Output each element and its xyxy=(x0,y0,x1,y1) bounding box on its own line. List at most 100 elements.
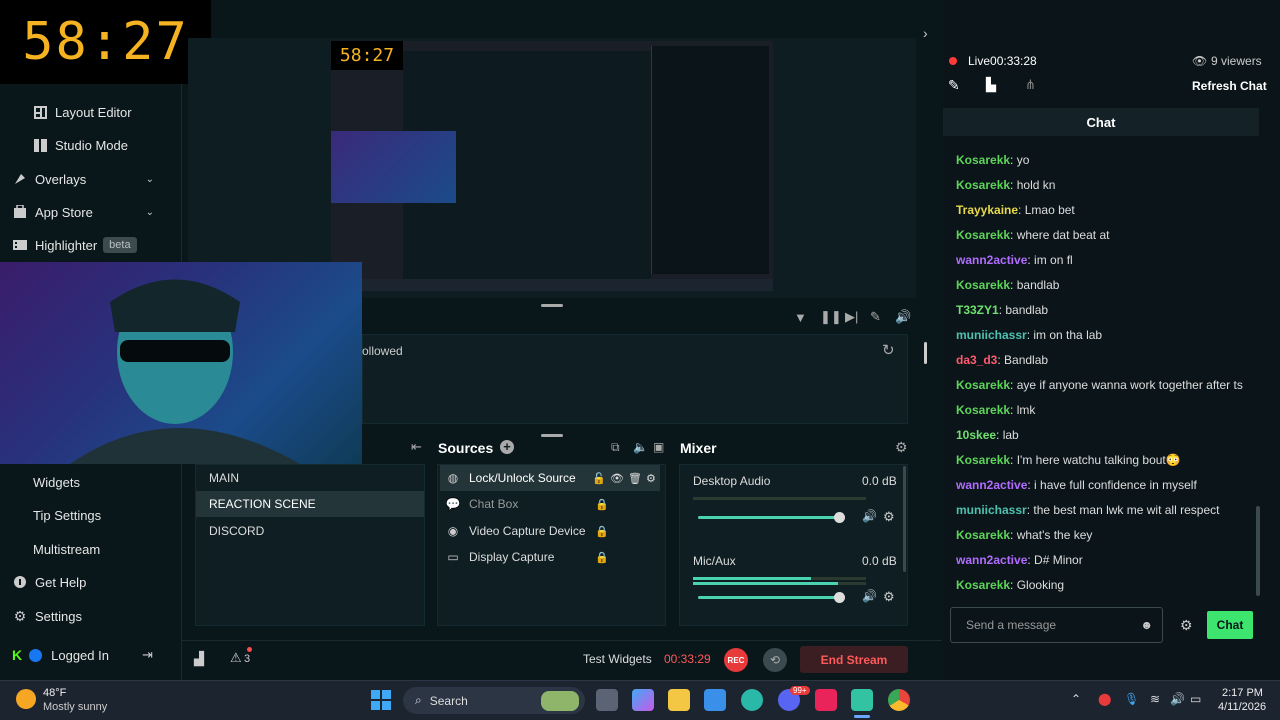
replay-buffer-button[interactable]: ⟲ xyxy=(763,648,787,672)
weather-desc[interactable]: Mostly sunny xyxy=(43,701,107,713)
source-audio-icon[interactable]: 🔈 xyxy=(633,440,648,454)
tiktok-icon[interactable] xyxy=(815,689,837,711)
alert-icon[interactable]: ⚠ xyxy=(230,650,242,666)
chrome-icon[interactable] xyxy=(888,689,910,711)
eye-icon[interactable]: 👁 xyxy=(610,472,624,485)
chat-username[interactable]: Kosarekk xyxy=(956,453,1010,467)
lock-icon[interactable]: 🔓 xyxy=(592,472,606,485)
pause-icon[interactable]: ❚❚ xyxy=(820,309,842,325)
scene-item[interactable]: MAIN xyxy=(196,465,424,491)
wifi-icon[interactable]: ≋ xyxy=(1150,692,1160,706)
sidebar-item-highlighter[interactable]: Highlighter beta xyxy=(0,230,182,260)
collapse-sources-icon[interactable]: ⇤ xyxy=(411,439,422,455)
trash-icon[interactable]: 🗑 xyxy=(628,472,642,485)
chat-username[interactable]: muniichassr xyxy=(956,328,1027,342)
test-widgets-button[interactable]: Test Widgets xyxy=(583,652,652,666)
file-explorer-icon[interactable] xyxy=(668,689,690,711)
chat-username[interactable]: da3_d3 xyxy=(956,353,997,367)
sidebar-item-tip-settings[interactable]: Tip Settings xyxy=(0,500,182,530)
sidebar-item-get-help[interactable]: Get Help xyxy=(0,567,182,597)
streamlabs-icon[interactable] xyxy=(851,689,873,711)
sidebar-item-widgets[interactable]: Widgets xyxy=(0,467,182,497)
mute-icon[interactable]: 🔊 xyxy=(862,509,877,523)
source-item[interactable]: ▭ Display Capture 🔒 xyxy=(440,544,660,570)
lock-icon[interactable]: 🔒 xyxy=(595,498,609,511)
store-icon[interactable] xyxy=(704,689,726,711)
dashboard-icon[interactable]: ▙ xyxy=(986,77,996,93)
source-item[interactable]: 💬 Chat Box 🔒 xyxy=(440,491,660,517)
sidebar-item-overlays[interactable]: Overlays ⌄ xyxy=(0,164,182,194)
lock-icon[interactable]: 🔒 xyxy=(595,525,609,538)
chat-scrollbar[interactable] xyxy=(1256,506,1260,596)
mute-alerts-icon[interactable]: ✎ xyxy=(870,309,881,325)
volume-slider[interactable] xyxy=(698,516,840,519)
collapse-arrow-icon[interactable]: › xyxy=(923,25,928,41)
tray-chevron-icon[interactable]: ⌃ xyxy=(1071,692,1081,706)
chat-username[interactable]: Kosarekk xyxy=(956,403,1010,417)
scene-item-active[interactable]: REACTION SCENE xyxy=(196,491,424,517)
chat-username[interactable]: T33ZY1 xyxy=(956,303,999,317)
chat-username[interactable]: Kosarekk xyxy=(956,578,1010,592)
scroll-handle[interactable] xyxy=(924,342,927,364)
clock-date[interactable]: 4/11/2026 xyxy=(1218,701,1266,713)
sidebar-item-studio-mode[interactable]: Studio Mode xyxy=(0,130,182,160)
chat-username[interactable]: Kosarekk xyxy=(956,178,1010,192)
chat-username[interactable]: Kosarekk xyxy=(956,228,1010,242)
edit-icon[interactable]: ✎ xyxy=(948,77,960,94)
sidebar-item-layout-editor[interactable]: Layout Editor xyxy=(0,97,182,127)
clock-time[interactable]: 2:17 PM xyxy=(1222,687,1263,699)
filter-icon[interactable]: ▼ xyxy=(794,310,807,325)
add-source-icon[interactable]: + xyxy=(500,440,514,454)
chevron-down-icon[interactable]: ⌄ xyxy=(146,207,154,218)
gear-icon[interactable]: ⚙ xyxy=(883,509,895,525)
mixer-scrollbar[interactable] xyxy=(903,466,906,572)
sidebar-item-multistream[interactable]: Multistream xyxy=(0,534,182,564)
chevron-down-icon[interactable]: ⌄ xyxy=(146,174,154,185)
rec-button[interactable]: REC xyxy=(724,648,748,672)
weather-temp[interactable]: 48°F xyxy=(43,687,66,699)
battery-icon[interactable]: ▭ xyxy=(1190,692,1201,706)
chat-username[interactable]: Trayykaine xyxy=(956,203,1018,217)
chat-send-button[interactable]: Chat xyxy=(1207,611,1253,639)
source-item-tooltip-row[interactable]: ◍ Lock/Unlock Source 🔓 👁 🗑 ⚙ xyxy=(440,465,660,491)
mute-icon[interactable]: 🔊 xyxy=(862,589,877,603)
microphone-icon[interactable]: 🎙 xyxy=(1124,692,1139,706)
chat-username[interactable]: Kosarekk xyxy=(956,153,1010,167)
skip-icon[interactable]: ▶| xyxy=(845,309,858,325)
gear-icon[interactable]: ⚙ xyxy=(883,589,895,605)
tray-app-icon[interactable]: ⬤ xyxy=(1098,692,1111,706)
copilot-icon[interactable] xyxy=(632,689,654,711)
end-stream-button[interactable]: End Stream xyxy=(800,646,908,673)
resize-handle[interactable] xyxy=(541,434,563,437)
chat-username[interactable]: wann2active xyxy=(956,478,1027,492)
stream-preview[interactable]: 58:27 xyxy=(331,41,773,291)
edge-icon[interactable] xyxy=(741,689,763,711)
login-icon[interactable]: ⇥ xyxy=(142,647,153,663)
source-settings-icon[interactable]: ⧉ xyxy=(611,440,620,455)
chat-username[interactable]: Kosarekk xyxy=(956,378,1010,392)
share-icon[interactable]: ⋔ xyxy=(1025,77,1036,93)
windows-start-icon[interactable] xyxy=(371,690,391,710)
gear-icon[interactable]: ⚙ xyxy=(646,472,656,485)
chat-username[interactable]: muniichassr xyxy=(956,503,1027,517)
chat-input[interactable]: Send a message ☻ xyxy=(950,607,1163,643)
speaker-icon[interactable]: 🔊 xyxy=(1170,692,1185,706)
resize-handle[interactable] xyxy=(541,304,563,307)
chat-username[interactable]: Kosarekk xyxy=(956,278,1010,292)
lock-icon[interactable]: 🔒 xyxy=(595,551,609,564)
chat-username[interactable]: 10skee xyxy=(956,428,996,442)
mixer-settings-icon[interactable]: ⚙ xyxy=(895,439,908,456)
volume-slider-knob[interactable] xyxy=(834,512,845,523)
emoji-icon[interactable]: ☻ xyxy=(1140,618,1153,632)
chat-username[interactable]: Kosarekk xyxy=(956,528,1010,542)
sidebar-item-settings[interactable]: ⚙ Settings xyxy=(0,601,182,631)
task-view-icon[interactable] xyxy=(596,689,618,711)
refresh-chat-button[interactable]: Refresh Chat xyxy=(1192,79,1267,93)
chat-settings-icon[interactable]: ⚙ xyxy=(1180,617,1193,634)
taskbar-search[interactable]: ⌕ Search xyxy=(403,687,585,714)
stats-icon[interactable]: ▟ xyxy=(194,651,204,667)
volume-slider[interactable] xyxy=(698,596,840,599)
sidebar-item-logged-in[interactable]: K Logged In ⇥ xyxy=(0,640,182,670)
scene-item[interactable]: DISCORD xyxy=(196,518,424,544)
volume-icon[interactable]: 🔊 xyxy=(895,309,911,325)
